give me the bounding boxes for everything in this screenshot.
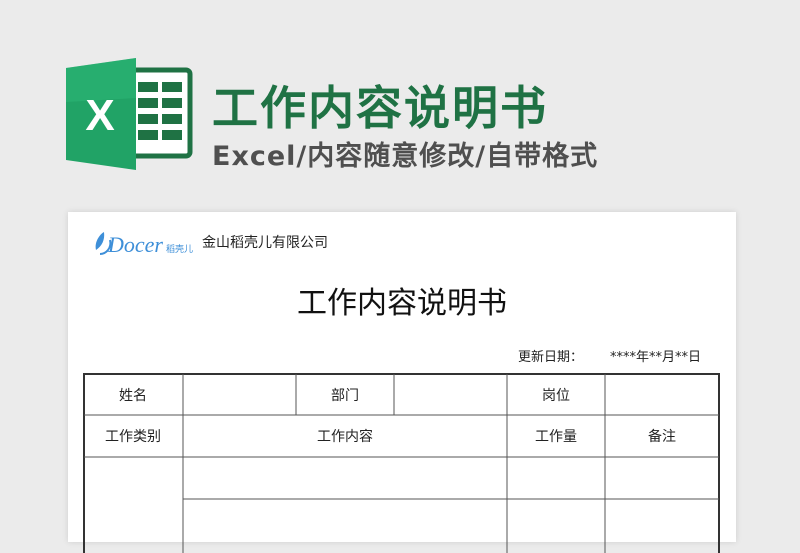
cell-name-label: 姓名 xyxy=(119,387,147,404)
update-date-value: ****年**月**日 xyxy=(610,350,702,365)
excel-logo-icon: X xyxy=(66,58,193,170)
svg-text:稻壳儿: 稻壳儿 xyxy=(166,243,193,255)
cell-department-value[interactable] xyxy=(394,374,507,415)
document-page: Docer 稻壳儿 金山稻壳儿有限公司 工作内容说明书 更新日期： ****年*… xyxy=(68,212,736,553)
header-work-category: 工作类别 xyxy=(105,429,161,445)
header-workload: 工作量 xyxy=(535,429,577,445)
excel-logo-letter: X xyxy=(85,91,114,140)
header-remarks: 备注 xyxy=(648,429,676,445)
cell-workload-entry-2[interactable] xyxy=(507,499,605,553)
cell-workload-entry-1[interactable] xyxy=(507,457,605,499)
docer-logo-icon: Docer 稻壳儿 xyxy=(95,232,193,257)
cell-category-entry[interactable] xyxy=(83,457,183,553)
header-work-content: 工作内容 xyxy=(317,429,373,445)
banner-subtitle: Excel/内容随意修改/自带格式 xyxy=(212,141,599,172)
cell-remarks-entry-2[interactable] xyxy=(605,499,719,553)
svg-text:Docer: Docer xyxy=(107,232,163,257)
cell-content-entry-1[interactable] xyxy=(183,457,507,499)
banner-title: 工作内容说明书 xyxy=(212,81,548,135)
job-table: 姓名 部门 岗位 工作类别 工作内容 工作量 备注 xyxy=(83,373,720,553)
document-title: 工作内容说明书 xyxy=(297,286,507,321)
cell-content-entry-2[interactable] xyxy=(183,499,507,553)
cell-position-label: 岗位 xyxy=(542,387,570,404)
cell-remarks-entry-1[interactable] xyxy=(605,457,719,499)
company-name: 金山稻壳儿有限公司 xyxy=(202,235,328,251)
cell-department-label: 部门 xyxy=(331,387,359,404)
cell-name-value[interactable] xyxy=(183,374,296,415)
promo-banner: X 工作内容说明书 Excel/内容随意修改/自带格式 xyxy=(0,0,800,200)
cell-position-value[interactable] xyxy=(605,374,719,415)
update-date-label: 更新日期： xyxy=(518,350,584,365)
